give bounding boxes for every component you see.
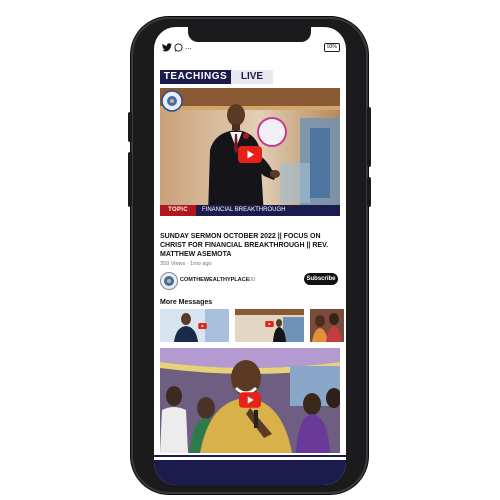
twitter-icon	[162, 43, 172, 54]
topic-banner: TOPIC FINANCIAL BREAKTHROUGH	[160, 205, 340, 216]
phone-side-button	[367, 177, 371, 207]
status-bar: ... 93%	[160, 42, 340, 54]
battery-indicator: 93%	[324, 43, 340, 52]
play-icon[interactable]	[198, 323, 207, 329]
play-icon[interactable]	[239, 392, 261, 408]
phone-notch	[188, 27, 311, 42]
phone-side-button	[367, 107, 371, 167]
subscribe-button[interactable]: Subscribe	[304, 273, 338, 285]
tab-teachings[interactable]: TEACHINGS	[160, 70, 231, 84]
topic-label: TOPIC	[160, 205, 196, 216]
video-meta: 359 Views · 1mo ago	[160, 261, 212, 267]
phone-side-button	[128, 112, 132, 142]
content-tabs: TEACHINGS LIVE	[160, 70, 273, 84]
featured-video-thumbnail[interactable]	[160, 88, 340, 216]
message-thumbnail[interactable]	[235, 309, 304, 342]
channel-subscribers: 500	[246, 277, 256, 283]
play-icon[interactable]	[238, 146, 262, 163]
message-thumbnail[interactable]	[160, 309, 229, 342]
message-thumbnail[interactable]	[310, 309, 344, 342]
phone-side-button	[128, 152, 132, 207]
more-messages-list	[160, 309, 346, 342]
status-more: ...	[185, 42, 192, 51]
channel-row: COMTHEWEALTHYPLACE 500 Subscribe	[160, 272, 340, 290]
topic-text: FINANCIAL BREAKTHROUGH	[202, 207, 286, 213]
message-video-thumbnail[interactable]	[160, 348, 340, 453]
channel-name[interactable]: COMTHEWEALTHYPLACE	[180, 277, 249, 283]
more-messages-heading: More Messages	[160, 299, 213, 306]
video-title[interactable]: SUNDAY SERMON OCTOBER 2022 || FOCUS ON C…	[160, 232, 338, 259]
divider	[154, 455, 346, 457]
whatsapp-icon	[174, 43, 183, 54]
bottom-navigation-bar[interactable]	[154, 460, 346, 485]
tab-live[interactable]: LIVE	[231, 70, 273, 84]
channel-avatar[interactable]	[160, 272, 178, 290]
phone-screen: ... 93% TEACHINGS LIVE TOPIC FINANCIAL B…	[154, 27, 346, 485]
play-icon[interactable]	[265, 321, 274, 327]
